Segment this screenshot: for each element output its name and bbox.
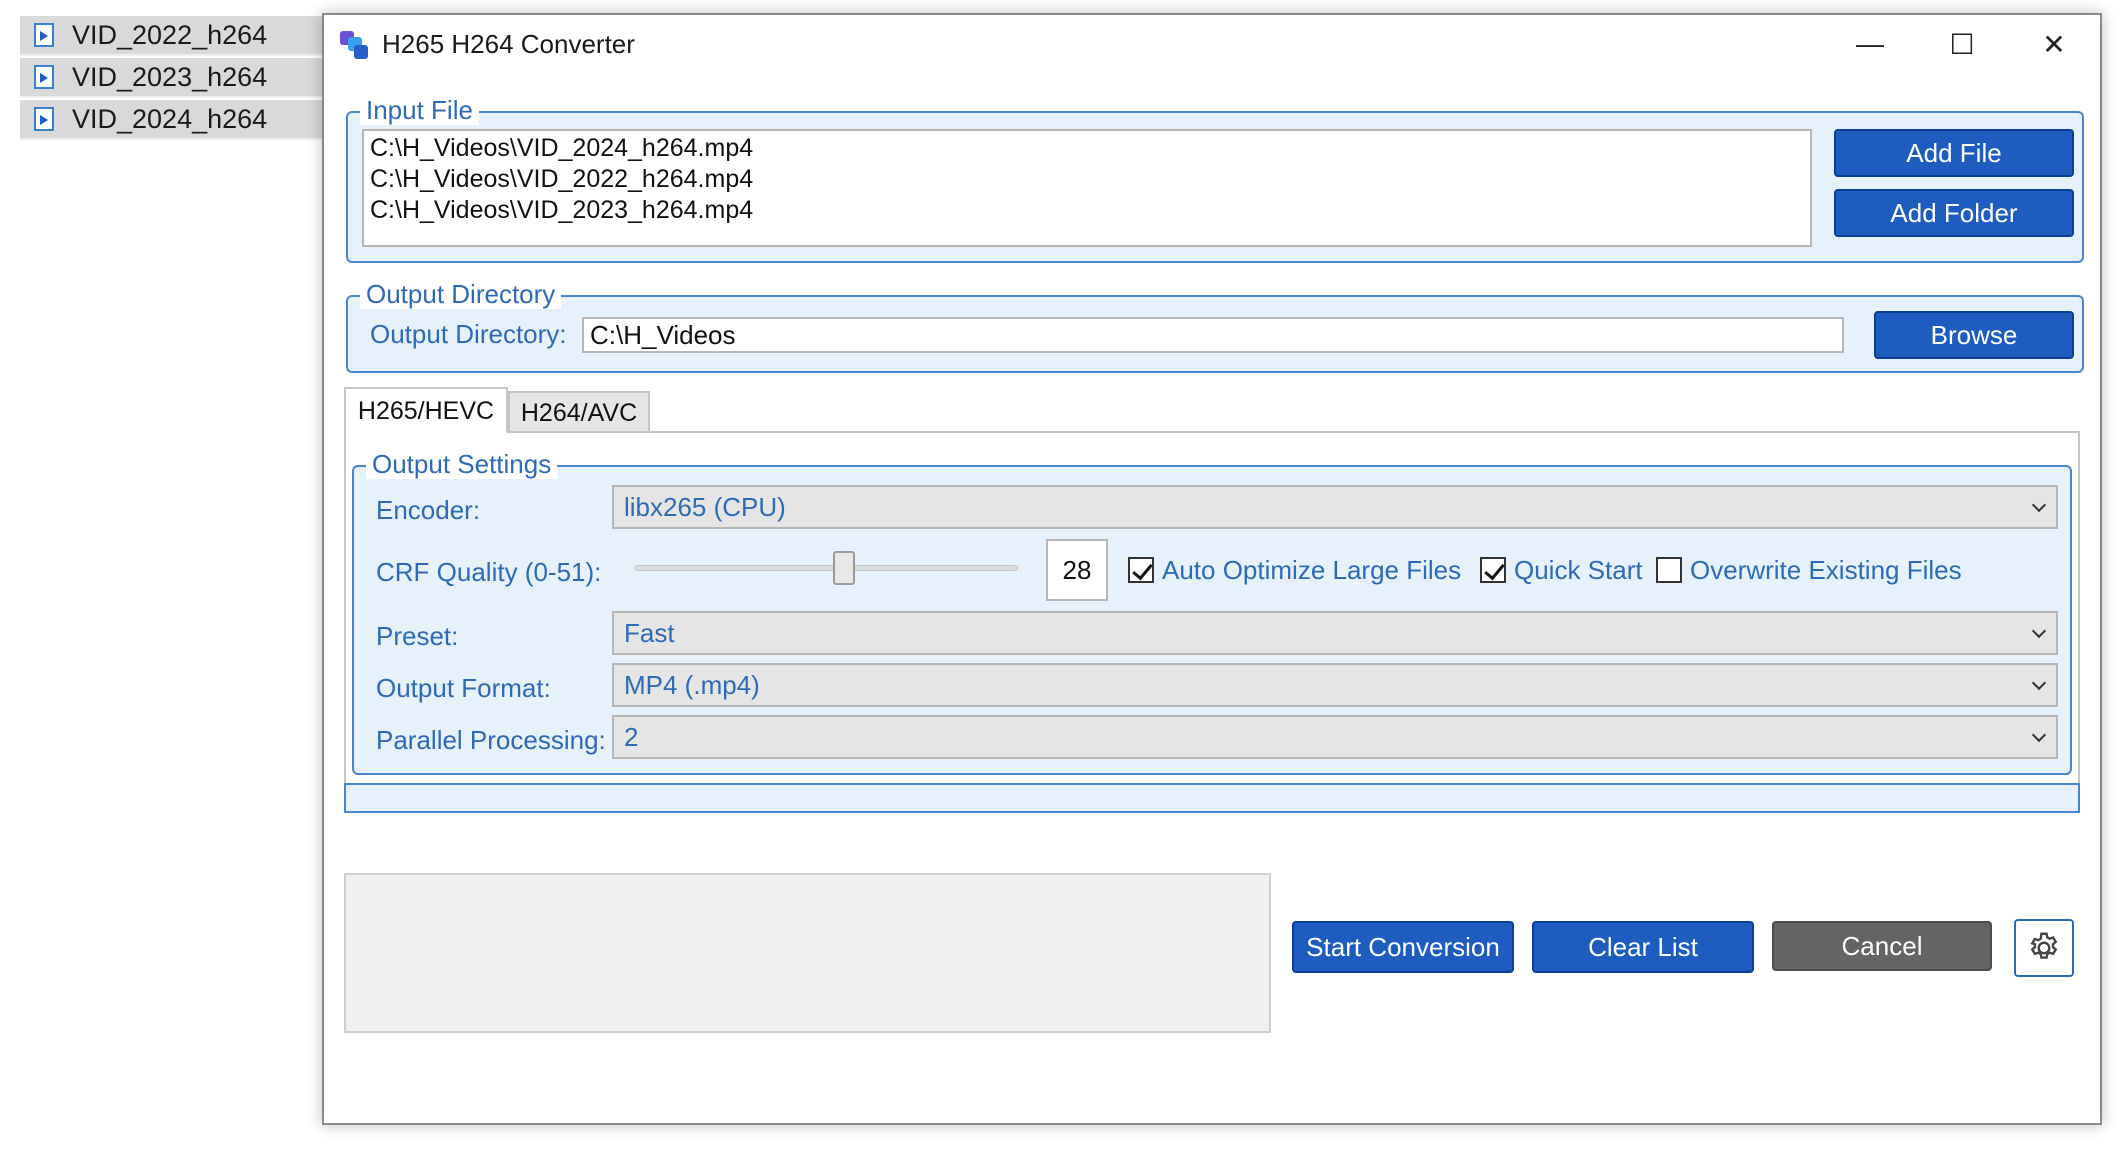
list-item[interactable]: C:\H_Videos\VID_2024_h264.mp4 xyxy=(370,133,1804,164)
close-button[interactable]: ✕ xyxy=(2008,15,2100,73)
input-file-group: Input File C:\H_Videos\VID_2024_h264.mp4… xyxy=(346,95,2084,263)
output-directory-group-label: Output Directory xyxy=(360,279,562,309)
parallel-processing-select-value: 2 xyxy=(624,721,639,752)
tab-h264-avc[interactable]: H264/AVC xyxy=(508,391,650,433)
log-output-area[interactable] xyxy=(344,873,1271,1033)
conversion-progress-bar xyxy=(344,783,2080,813)
overwrite-existing-label: Overwrite Existing Files xyxy=(1690,555,1962,585)
tab-panel: Output Settings Encoder: libx265 (CPU) C… xyxy=(344,431,2080,787)
converter-window: H265 H264 Converter — ☐ ✕ Input File C:\… xyxy=(322,13,2102,1125)
encoder-label: Encoder: xyxy=(376,495,481,525)
crf-slider-thumb[interactable] xyxy=(832,551,855,585)
overwrite-existing-checkbox[interactable] xyxy=(1656,557,1682,583)
crf-quality-label: CRF Quality (0-51): xyxy=(376,557,602,587)
video-file-icon xyxy=(34,65,54,89)
video-file-icon xyxy=(34,23,54,47)
explorer-item-label: VID_2023_h264 xyxy=(72,61,268,92)
encoder-select-value: libx265 (CPU) xyxy=(624,491,786,522)
explorer-item[interactable]: VID_2022_h264 xyxy=(20,16,340,56)
chevron-down-icon xyxy=(2031,497,2047,513)
start-conversion-button[interactable]: Start Conversion xyxy=(1292,921,1514,973)
output-settings-group-label: Output Settings xyxy=(366,449,558,479)
parallel-processing-select[interactable]: 2 xyxy=(612,715,2058,759)
cancel-button[interactable]: Cancel xyxy=(1772,921,1992,971)
encoder-select[interactable]: libx265 (CPU) xyxy=(612,485,2058,529)
output-directory-group: Output Directory Output Directory: C:\H_… xyxy=(346,279,2084,373)
output-settings-group: Output Settings Encoder: libx265 (CPU) C… xyxy=(352,449,2072,775)
list-item[interactable]: C:\H_Videos\VID_2022_h264.mp4 xyxy=(370,164,1804,195)
parallel-processing-label: Parallel Processing: xyxy=(376,725,606,755)
output-format-select[interactable]: MP4 (.mp4) xyxy=(612,663,2058,707)
app-logo-icon xyxy=(340,29,370,59)
add-file-button[interactable]: Add File xyxy=(1834,129,2074,177)
title-bar[interactable]: H265 H264 Converter — ☐ ✕ xyxy=(324,15,2100,73)
input-file-group-label: Input File xyxy=(360,95,479,125)
auto-optimize-checkbox[interactable] xyxy=(1128,557,1154,583)
chevron-down-icon xyxy=(2031,675,2047,691)
clear-list-button[interactable]: Clear List xyxy=(1532,921,1754,973)
chevron-down-icon xyxy=(2031,727,2047,743)
tab-h265-hevc[interactable]: H265/HEVC xyxy=(344,387,508,433)
auto-optimize-label: Auto Optimize Large Files xyxy=(1162,555,1462,585)
quick-start-label: Quick Start xyxy=(1514,555,1643,585)
minimize-button[interactable]: — xyxy=(1824,15,1916,73)
browse-button[interactable]: Browse xyxy=(1874,311,2074,359)
maximize-button[interactable]: ☐ xyxy=(1916,15,2008,73)
add-folder-button[interactable]: Add Folder xyxy=(1834,189,2074,237)
file-explorer-list: VID_2022_h264 VID_2023_h264 VID_2024_h26… xyxy=(0,0,340,1165)
crf-slider-track[interactable] xyxy=(634,565,1018,571)
output-format-label: Output Format: xyxy=(376,673,551,703)
input-file-list[interactable]: C:\H_Videos\VID_2024_h264.mp4 C:\H_Video… xyxy=(362,129,1812,247)
preset-label: Preset: xyxy=(376,621,459,651)
window-title: H265 H264 Converter xyxy=(382,28,635,59)
explorer-item[interactable]: VID_2023_h264 xyxy=(20,58,340,98)
video-file-icon xyxy=(34,107,54,131)
output-directory-input[interactable]: C:\H_Videos xyxy=(582,317,1844,353)
explorer-item[interactable]: VID_2024_h264 xyxy=(20,100,340,140)
preset-select[interactable]: Fast xyxy=(612,611,2058,655)
list-item[interactable]: C:\H_Videos\VID_2023_h264.mp4 xyxy=(370,195,1804,226)
output-format-select-value: MP4 (.mp4) xyxy=(624,669,760,700)
chevron-down-icon xyxy=(2031,623,2047,639)
crf-value-box[interactable]: 28 xyxy=(1046,539,1108,601)
quick-start-checkbox[interactable] xyxy=(1480,557,1506,583)
gear-icon xyxy=(2030,932,2058,959)
preset-select-value: Fast xyxy=(624,617,675,648)
explorer-item-label: VID_2022_h264 xyxy=(72,19,268,50)
output-directory-label: Output Directory: xyxy=(370,319,567,349)
settings-button[interactable] xyxy=(2014,919,2074,977)
explorer-item-label: VID_2024_h264 xyxy=(72,103,268,134)
